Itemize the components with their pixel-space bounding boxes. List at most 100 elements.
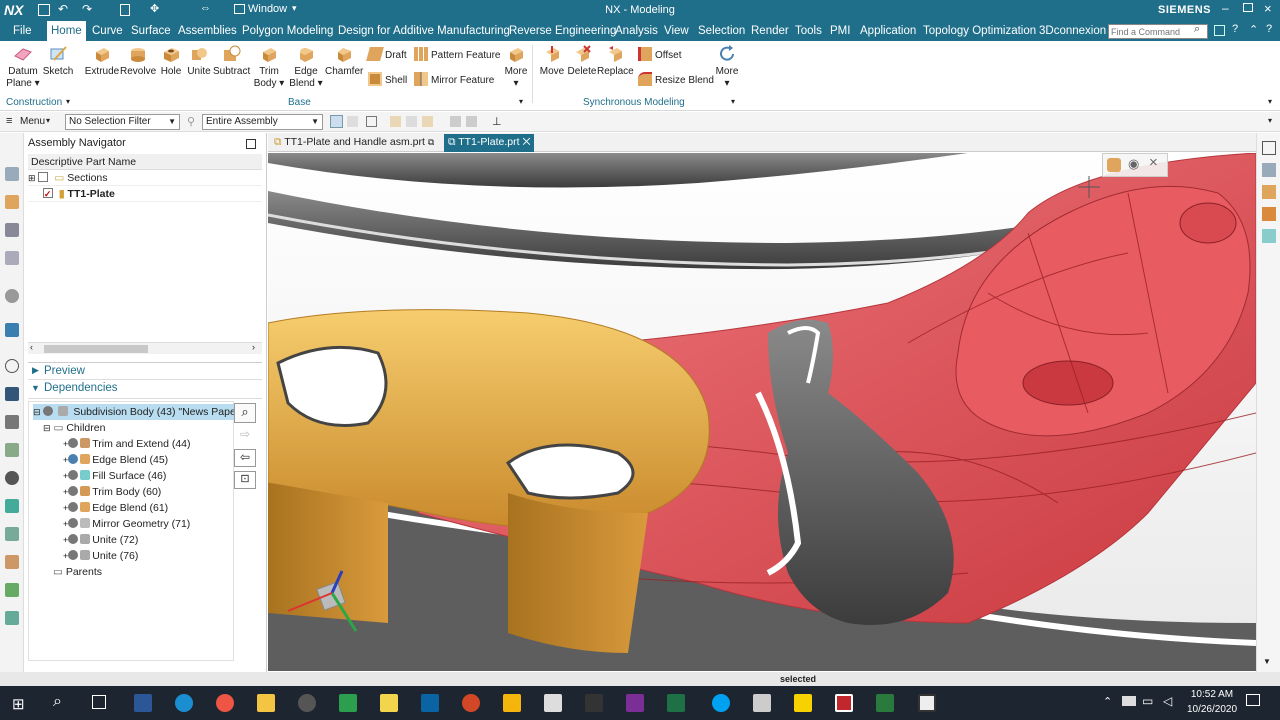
snap-mid-icon[interactable] xyxy=(422,116,433,127)
trim-body-button[interactable]: Trim Body ▾ xyxy=(253,44,285,90)
app-c-icon[interactable] xyxy=(918,694,936,712)
tab-polygon-modeling[interactable]: Polygon Modeling xyxy=(238,21,337,41)
app-s-icon[interactable] xyxy=(339,694,357,712)
extrude-button[interactable]: Extrude xyxy=(84,44,120,78)
collapse-icon[interactable]: ⊟ xyxy=(33,407,41,417)
select-face-icon[interactable] xyxy=(366,116,377,127)
process-studio-icon[interactable] xyxy=(5,415,19,429)
minimize-button[interactable]: – xyxy=(1222,1,1229,15)
tab-pmi[interactable]: PMI xyxy=(826,21,854,41)
dependency-child[interactable]: + Unite (72) xyxy=(63,532,138,548)
battery-icon[interactable] xyxy=(1122,696,1136,706)
chamfer-button[interactable]: Chamfer xyxy=(325,44,363,78)
assembly-navigator-icon[interactable] xyxy=(5,195,19,209)
dependency-child[interactable]: + Trim Body (60) xyxy=(63,484,161,500)
chevron-down-icon[interactable]: ▾ xyxy=(1268,116,1272,125)
view-triad-icon[interactable]: ⊥ xyxy=(492,115,502,128)
offset-region-button[interactable]: Offset xyxy=(638,47,682,65)
restore-panel-icon[interactable] xyxy=(246,139,256,149)
tab-tools[interactable]: Tools xyxy=(791,21,826,41)
search-icon[interactable]: ⌕ xyxy=(1194,23,1200,36)
web-browser-icon[interactable] xyxy=(5,323,19,337)
sketch-button[interactable]: Sketch xyxy=(42,44,74,78)
edge-blend-button[interactable]: Edge Blend ▾ xyxy=(288,44,324,90)
tab-assemblies[interactable]: Assemblies xyxy=(174,21,241,41)
chevron-left-icon[interactable]: ‹ xyxy=(30,342,33,352)
dependency-child[interactable]: + Fill Surface (46) xyxy=(63,468,166,484)
security-icon[interactable] xyxy=(298,694,316,712)
expand-icon[interactable]: ⊞ xyxy=(28,173,36,183)
dependency-root[interactable]: ⊟ Subdivision Body (43) "News Paper" xyxy=(33,404,244,420)
selection-scope-dropdown[interactable]: Entire Assembly ▼ xyxy=(202,114,323,130)
teamcenter-icon[interactable] xyxy=(5,555,19,569)
hamburger-icon[interactable]: ≡ xyxy=(6,115,12,127)
shell-button[interactable]: Shell xyxy=(368,72,407,90)
arrow-right-icon[interactable]: ⇨ xyxy=(234,427,256,445)
help-icon[interactable]: ? xyxy=(1232,23,1238,35)
mirror-feature-button[interactable]: Mirror Feature xyxy=(414,72,494,90)
search-icon[interactable]: ⌕ xyxy=(234,403,256,423)
file-explorer-icon[interactable] xyxy=(257,694,275,712)
select-feature-icon[interactable] xyxy=(330,115,343,128)
tab-analysis[interactable]: Analysis xyxy=(611,21,662,41)
tab-view[interactable]: View xyxy=(660,21,693,41)
snap-point-icon[interactable] xyxy=(390,116,401,127)
visibility-checkbox[interactable] xyxy=(38,172,49,182)
view-orient-icon[interactable] xyxy=(1262,163,1276,177)
edge-browser-icon[interactable] xyxy=(175,694,193,712)
dependency-child[interactable]: + Edge Blend (45) xyxy=(63,452,168,468)
select-body-icon[interactable] xyxy=(347,116,358,127)
tab-plate-part[interactable]: ⧉ TT1-Plate.prt ✕ xyxy=(444,134,535,152)
subtract-button[interactable]: Subtract xyxy=(213,44,250,78)
menu-button[interactable]: Menu xyxy=(20,116,45,127)
sync-more-button[interactable]: More ▾ xyxy=(713,44,741,90)
move-face-button[interactable]: Move xyxy=(537,44,567,78)
tab-application[interactable]: Application xyxy=(856,21,920,41)
arrow-left-icon[interactable]: ⇦ xyxy=(234,449,256,467)
collapse-icon[interactable]: ⊟ xyxy=(43,423,51,433)
clock-date[interactable]: 10/26/2020 xyxy=(1182,704,1242,715)
tab-render[interactable]: Render xyxy=(747,21,793,41)
preview-section[interactable]: ▶ Preview xyxy=(28,362,262,380)
volume-icon[interactable]: ◁ xyxy=(1163,694,1172,708)
network-icon[interactable]: ▭ xyxy=(1142,694,1153,708)
scroll-thumb[interactable] xyxy=(44,345,148,353)
visibility-checkbox[interactable] xyxy=(42,186,53,202)
dependency-child[interactable]: + Trim and Extend (44) xyxy=(63,436,191,452)
base-more-button[interactable]: More ▾ xyxy=(502,44,530,90)
snap-center-icon[interactable] xyxy=(450,116,461,127)
sticky-notes-icon[interactable] xyxy=(794,694,812,712)
tab-surface[interactable]: Surface xyxy=(127,21,175,41)
app-hand-icon[interactable] xyxy=(380,694,398,712)
dependency-child[interactable]: + Unite (76) xyxy=(63,548,138,564)
skype-icon[interactable] xyxy=(712,694,730,712)
app-folder-icon[interactable] xyxy=(503,694,521,712)
tab-assembly-part[interactable]: ⧉ TT1-Plate and Handle asm.prt ⧉ xyxy=(270,134,438,152)
tab-curve[interactable]: Curve xyxy=(88,21,127,41)
draft-button[interactable]: Draft xyxy=(366,47,407,65)
custom-icon[interactable] xyxy=(5,611,19,625)
close-button[interactable]: × xyxy=(1264,1,1272,16)
tree-row[interactable]: ⊞ ▭ Sections xyxy=(28,170,262,186)
chevron-up-icon[interactable]: ⌃ xyxy=(1249,23,1258,36)
settings-icon[interactable] xyxy=(5,583,19,597)
command-finder-input[interactable] xyxy=(1108,24,1208,39)
children-node[interactable]: ⊟ ▭ Children xyxy=(43,420,105,436)
word-icon[interactable] xyxy=(134,694,152,712)
snap-quadrant-icon[interactable] xyxy=(466,116,477,127)
datum-plane-button[interactable]: Datum Plane ▾ xyxy=(4,44,42,90)
horizontal-scrollbar[interactable]: ‹ › xyxy=(28,342,262,354)
chevron-down-icon[interactable]: ▾ xyxy=(66,97,70,106)
tab-reverse-engineering[interactable]: Reverse Engineering xyxy=(505,21,620,41)
close-icon[interactable]: ✕ xyxy=(522,136,530,148)
tab-home[interactable]: Home xyxy=(47,21,86,41)
snap-end-icon[interactable] xyxy=(406,116,417,127)
roles-icon[interactable] xyxy=(5,443,19,457)
app-printer-icon[interactable] xyxy=(585,694,603,712)
help-circle-icon[interactable]: ? xyxy=(1266,23,1272,35)
part-icon[interactable] xyxy=(5,251,19,265)
notifications-icon[interactable] xyxy=(1246,694,1260,706)
chevron-down-icon[interactable]: ▾ xyxy=(731,97,735,106)
dependencies-section[interactable]: ▼ Dependencies xyxy=(28,381,262,399)
onenote-icon[interactable] xyxy=(626,694,644,712)
